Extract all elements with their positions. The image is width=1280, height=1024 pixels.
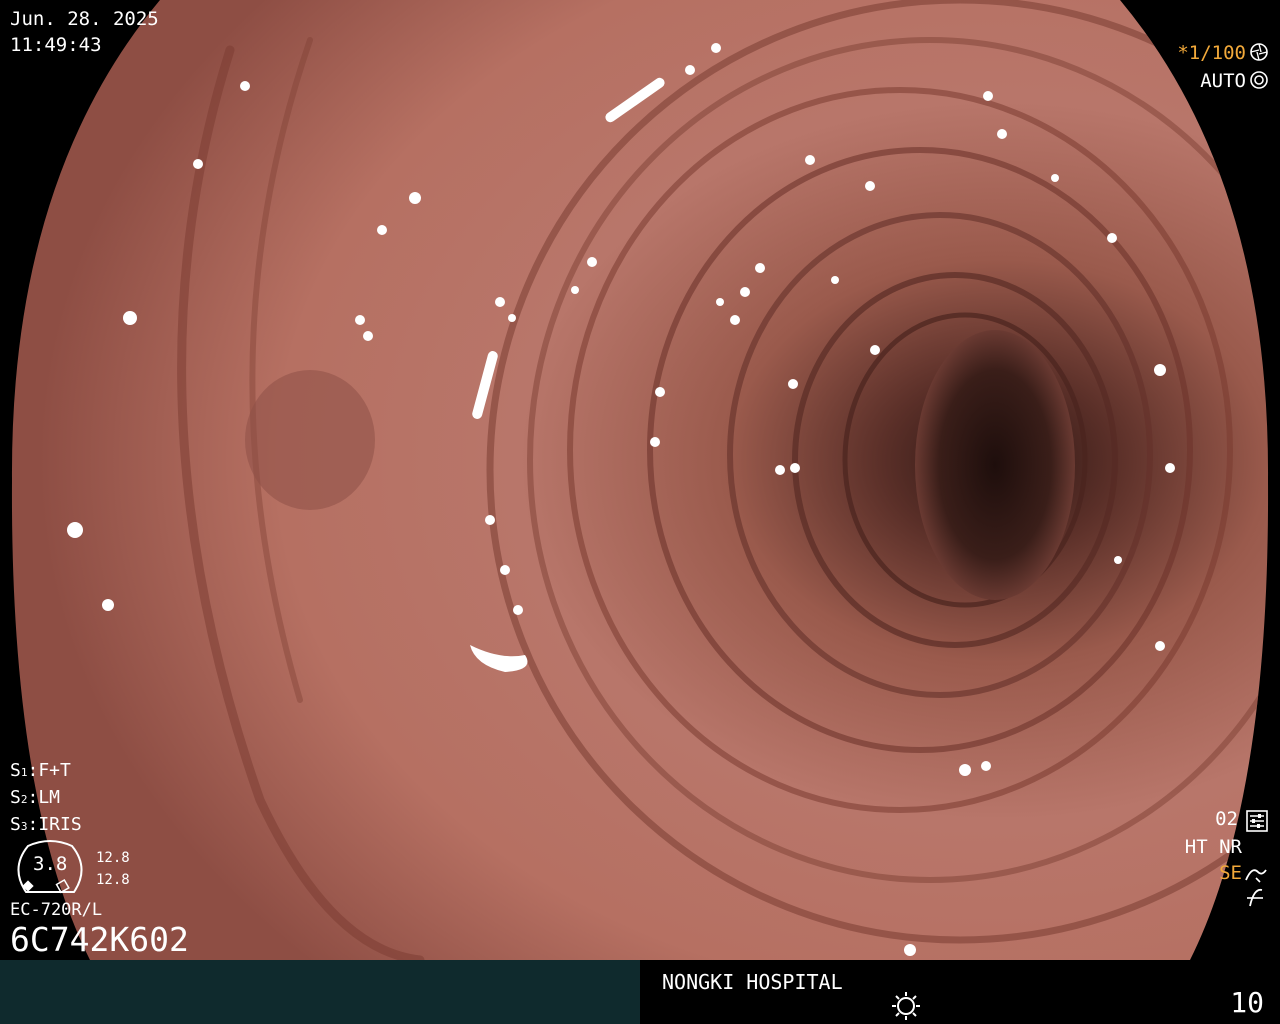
se-icon: [1245, 869, 1267, 883]
auto-exposure-icon: [1250, 71, 1268, 89]
exposure-mode: AUTO: [1200, 70, 1246, 92]
lamp-icon: [892, 992, 920, 1020]
shutter-icon: [1250, 43, 1268, 61]
setting-s2: S2:LM: [10, 787, 60, 808]
config-icon: [1246, 810, 1268, 832]
gauge-sub-value-2: 12.8: [96, 872, 130, 888]
footer-bar-left: [0, 960, 640, 1024]
time-display: 11:49:43: [10, 34, 102, 56]
no-flicker-icon: [1247, 888, 1263, 907]
scope-model: EC-720R/L: [10, 900, 103, 920]
shutter-speed: *1/100: [1177, 42, 1246, 64]
gauge-sub-value-1: 12.8: [96, 850, 130, 866]
setting-s3: S3:IRIS: [10, 814, 82, 835]
image-counter: 10: [1230, 986, 1264, 1019]
ht-nr-indicator: HT NR: [1184, 836, 1242, 858]
setting-s1: S1:F+T: [10, 760, 71, 781]
date-display: Jun. 28. 2025: [10, 8, 159, 30]
endoscopic-image: [0, 0, 1280, 960]
switch-settings: S1:F+T S2:LM S3:IRIS: [10, 758, 82, 839]
se-indicator: SE: [1219, 862, 1242, 884]
gauge-value: 3.8: [33, 853, 68, 875]
scope-serial: 6C742K602: [10, 920, 189, 959]
hospital-name: NONGKI HOSPITAL: [662, 970, 843, 994]
setting-number: 02: [1215, 808, 1238, 830]
